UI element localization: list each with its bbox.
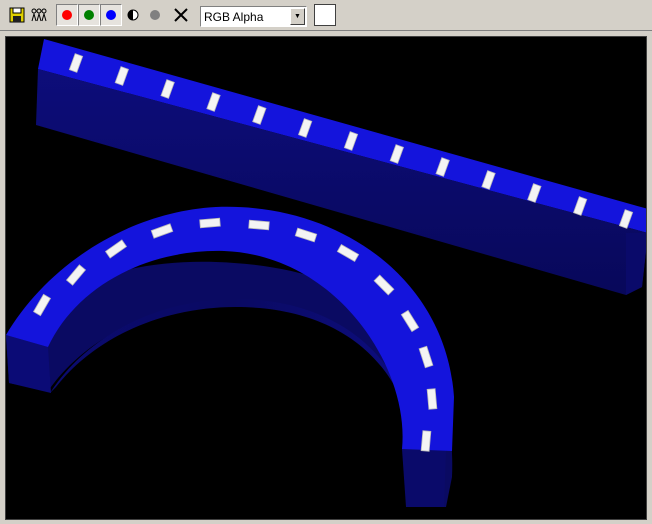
alpha-toggle[interactable]: [144, 4, 166, 26]
half-circle-icon: [127, 9, 139, 21]
blue-channel-toggle[interactable]: [100, 4, 122, 26]
led-segment: [426, 388, 438, 410]
toolbar-divider: [0, 30, 652, 31]
led-segment: [199, 217, 221, 229]
render-viewport[interactable]: [5, 36, 647, 520]
clear-button[interactable]: [170, 4, 192, 26]
red-channel-toggle[interactable]: [56, 4, 78, 26]
color-swatch[interactable]: [314, 4, 336, 26]
gray-dot-icon: [150, 10, 160, 20]
people-icon: [31, 8, 47, 22]
channel-mode-select[interactable]: RGB Alpha ▼: [200, 6, 307, 27]
channel-mode-value: RGB Alpha: [204, 9, 264, 24]
viewport-frame: [0, 32, 652, 524]
chevron-down-icon[interactable]: ▼: [290, 8, 305, 25]
green-dot-icon: [84, 10, 94, 20]
floppy-disk-icon: [9, 7, 25, 23]
toolbar: RGB Alpha ▼: [0, 0, 652, 32]
arc-led-strip: [6, 206, 454, 507]
mono-toggle[interactable]: [122, 4, 144, 26]
led-segment: [420, 430, 432, 452]
save-button[interactable]: [6, 4, 28, 26]
render-canvas: [6, 39, 646, 507]
people-button[interactable]: [28, 4, 50, 26]
blue-dot-icon: [106, 10, 116, 20]
red-dot-icon: [62, 10, 72, 20]
led-segment: [248, 219, 270, 231]
green-channel-toggle[interactable]: [78, 4, 100, 26]
x-icon: [174, 8, 188, 22]
